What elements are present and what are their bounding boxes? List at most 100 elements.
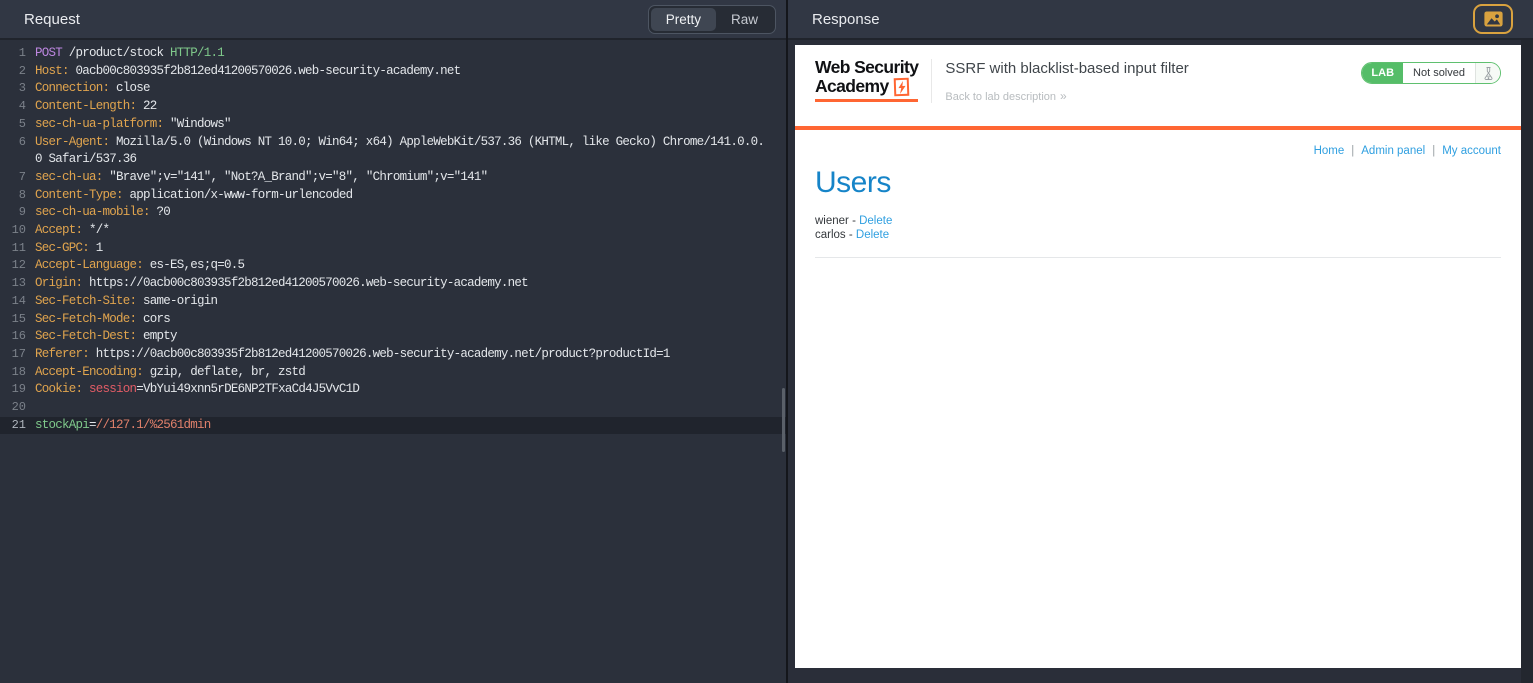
request-line[interactable]: 10 Accept: */* [0, 222, 786, 240]
request-lines: 1 POST /product/stock HTTP/1.1 2 Host: 0acb… [0, 45, 786, 435]
line-number: 13 [11, 276, 26, 291]
line-number: 1 [18, 46, 26, 60]
render-view-button[interactable] [1473, 4, 1513, 34]
response-header: Response [788, 0, 1533, 40]
request-line[interactable]: 4 Content-Length: 22 [0, 98, 786, 116]
request-line[interactable]: 11 Sec-GPC: 1 [0, 240, 786, 258]
line-content: Connection: close [35, 81, 151, 96]
line-number: 17 [11, 346, 26, 361]
lab-status-widget: LAB Not solved [1361, 62, 1501, 84]
academy-logo: Web Security Academy [815, 57, 919, 102]
request-line[interactable]: 19 Cookie: session=VbYui49xnn5rDE6NP2TFxa… [0, 381, 786, 399]
burp-repeater-view: Request Pretty Raw 1 POST /product/stock H… [0, 0, 1533, 683]
line-number: 11 [11, 240, 26, 255]
lab-banner: Web Security Academy SSRF with blacklist… [795, 45, 1521, 130]
line-number: 5 [18, 116, 26, 131]
users-list: wiener - Delete carlos - Delete [815, 215, 1501, 242]
line-number: 2 [18, 63, 26, 78]
request-line[interactable]: 14 Sec-Fetch-Site: same-origin [0, 293, 786, 311]
request-line[interactable]: 13 Origin: https://0acb00c803935f2b812ed4… [0, 275, 786, 293]
line-number: 20 [11, 400, 26, 415]
request-panel: Request Pretty Raw 1 POST /product/stock H… [0, 0, 788, 683]
line-content: Content-Type: application/x-www-form-url… [35, 187, 353, 202]
line-number: 6 [18, 134, 26, 149]
response-panel: Response Web Security Academy SSRF with … [788, 0, 1533, 683]
line-content: 0 Safari/537.36 [35, 152, 137, 167]
request-line[interactable]: 3 Connection: close [0, 80, 786, 98]
content-divider [815, 257, 1501, 258]
request-editor[interactable]: 1 POST /product/stock HTTP/1.1 2 Host: 0acb… [0, 40, 786, 683]
lab-status-text: Not solved [1403, 63, 1476, 83]
tab-pretty[interactable]: Pretty [650, 7, 716, 31]
request-line[interactable]: 7 sec-ch-ua: "Brave";v="141", "Not?A_Bran… [0, 169, 786, 187]
line-content: POST /product/stock HTTP/1.1 [35, 46, 225, 60]
nav-link-admin-panel[interactable]: Admin panel [1361, 145, 1425, 157]
line-number: 9 [18, 205, 26, 220]
request-line[interactable]: 18 Accept-Encoding: gzip, deflate, br, zs… [0, 364, 786, 382]
nav-link-home[interactable]: Home [1314, 145, 1345, 157]
line-number [0, 151, 26, 169]
line-number: 10 [11, 223, 26, 238]
delete-link[interactable]: Delete [856, 229, 889, 241]
request-header: Request Pretty Raw [0, 0, 786, 40]
request-line[interactable]: 20 [0, 399, 786, 417]
page-body: Home | Admin panel | My account Users wiener… [795, 145, 1521, 258]
line-content: Cookie: session=VbYui49xnn5rDE6NP2TFxaCd… [35, 382, 360, 397]
line-content: User-Agent: Mozilla/5.0 (Windows NT 10.0… [35, 134, 765, 149]
response-title: Response [812, 10, 880, 28]
request-line[interactable]: 5 sec-ch-ua-platform: "Windows" [0, 116, 786, 134]
line-content: Accept-Language: es-ES,es;q=0.5 [35, 258, 245, 273]
request-line[interactable]: 2 Host: 0acb00c803935f2b812ed41200570026.… [0, 63, 786, 81]
request-title: Request [24, 10, 80, 28]
request-line[interactable]: 1 POST /product/stock HTTP/1.1 [0, 45, 786, 63]
line-content: Sec-GPC: 1 [35, 240, 103, 255]
request-line[interactable]: 8 Content-Type: application/x-www-form-ur… [0, 187, 786, 205]
lab-title-block: SSRF with blacklist-based input filter B… [945, 60, 1188, 103]
line-content: stockApi=//127.1/%2561dmin [35, 417, 211, 432]
users-heading: Users [815, 166, 891, 199]
line-number: 19 [11, 382, 26, 397]
line-content: sec-ch-ua: "Brave";v="141", "Not?A_Brand… [35, 169, 488, 184]
line-content: Referer: https://0acb00c803935f2b812ed41… [35, 346, 670, 361]
page-nav: Home | Admin panel | My account [815, 145, 1501, 157]
nav-separator: | [1432, 145, 1436, 157]
request-line[interactable]: 16 Sec-Fetch-Dest: empty [0, 328, 786, 346]
lightning-bolt-icon [893, 77, 909, 96]
image-icon [1483, 11, 1503, 27]
line-content: Host: 0acb00c803935f2b812ed41200570026.w… [35, 63, 461, 78]
request-line[interactable]: 0 Safari/537.36 [0, 151, 786, 169]
line-content [26, 399, 35, 417]
tab-raw[interactable]: Raw [716, 8, 773, 31]
request-line[interactable]: 17 Referer: https://0acb00c803935f2b812ed… [0, 346, 786, 364]
request-line[interactable]: 9 sec-ch-ua-mobile: ?0 [0, 204, 786, 222]
nav-separator: | [1351, 145, 1355, 157]
line-number: 7 [18, 169, 26, 184]
banner-divider [931, 59, 933, 103]
response-scrollbar-track[interactable] [1521, 40, 1533, 683]
nav-link-my-account[interactable]: My account [1442, 145, 1501, 157]
request-line[interactable]: 21 stockApi=//127.1/%2561dmin [0, 416, 786, 435]
line-content: Content-Length: 22 [35, 99, 157, 114]
line-content: Sec-Fetch-Mode: cors [35, 311, 171, 326]
line-number: 16 [11, 329, 26, 344]
user-row: wiener - Delete [815, 215, 1501, 229]
request-line[interactable]: 15 Sec-Fetch-Mode: cors [0, 311, 786, 329]
line-number: 18 [11, 364, 26, 379]
line-number: 12 [11, 258, 26, 273]
line-content: sec-ch-ua-mobile: ?0 [35, 205, 171, 220]
line-content: Origin: https://0acb00c803935f2b812ed412… [35, 276, 529, 291]
flask-icon [1476, 63, 1500, 83]
logo-line2: Academy [815, 76, 889, 96]
delete-link[interactable]: Delete [859, 215, 892, 227]
editor-scrollbar-thumb[interactable] [782, 388, 785, 452]
back-to-lab-link[interactable]: Back to lab description» [945, 89, 1188, 103]
request-line[interactable]: 6 User-Agent: Mozilla/5.0 (Windows NT 10.… [0, 134, 786, 152]
logo-line1: Web Security [815, 57, 919, 77]
line-number: 8 [18, 187, 26, 202]
response-content: Web Security Academy SSRF with blacklist… [788, 40, 1533, 683]
request-line[interactable]: 12 Accept-Language: es-ES,es;q=0.5 [0, 257, 786, 275]
line-number: 3 [18, 81, 26, 96]
lab-title: SSRF with blacklist-based input filter [945, 60, 1189, 77]
user-name: wiener - [815, 215, 860, 227]
line-number: 15 [11, 311, 26, 326]
